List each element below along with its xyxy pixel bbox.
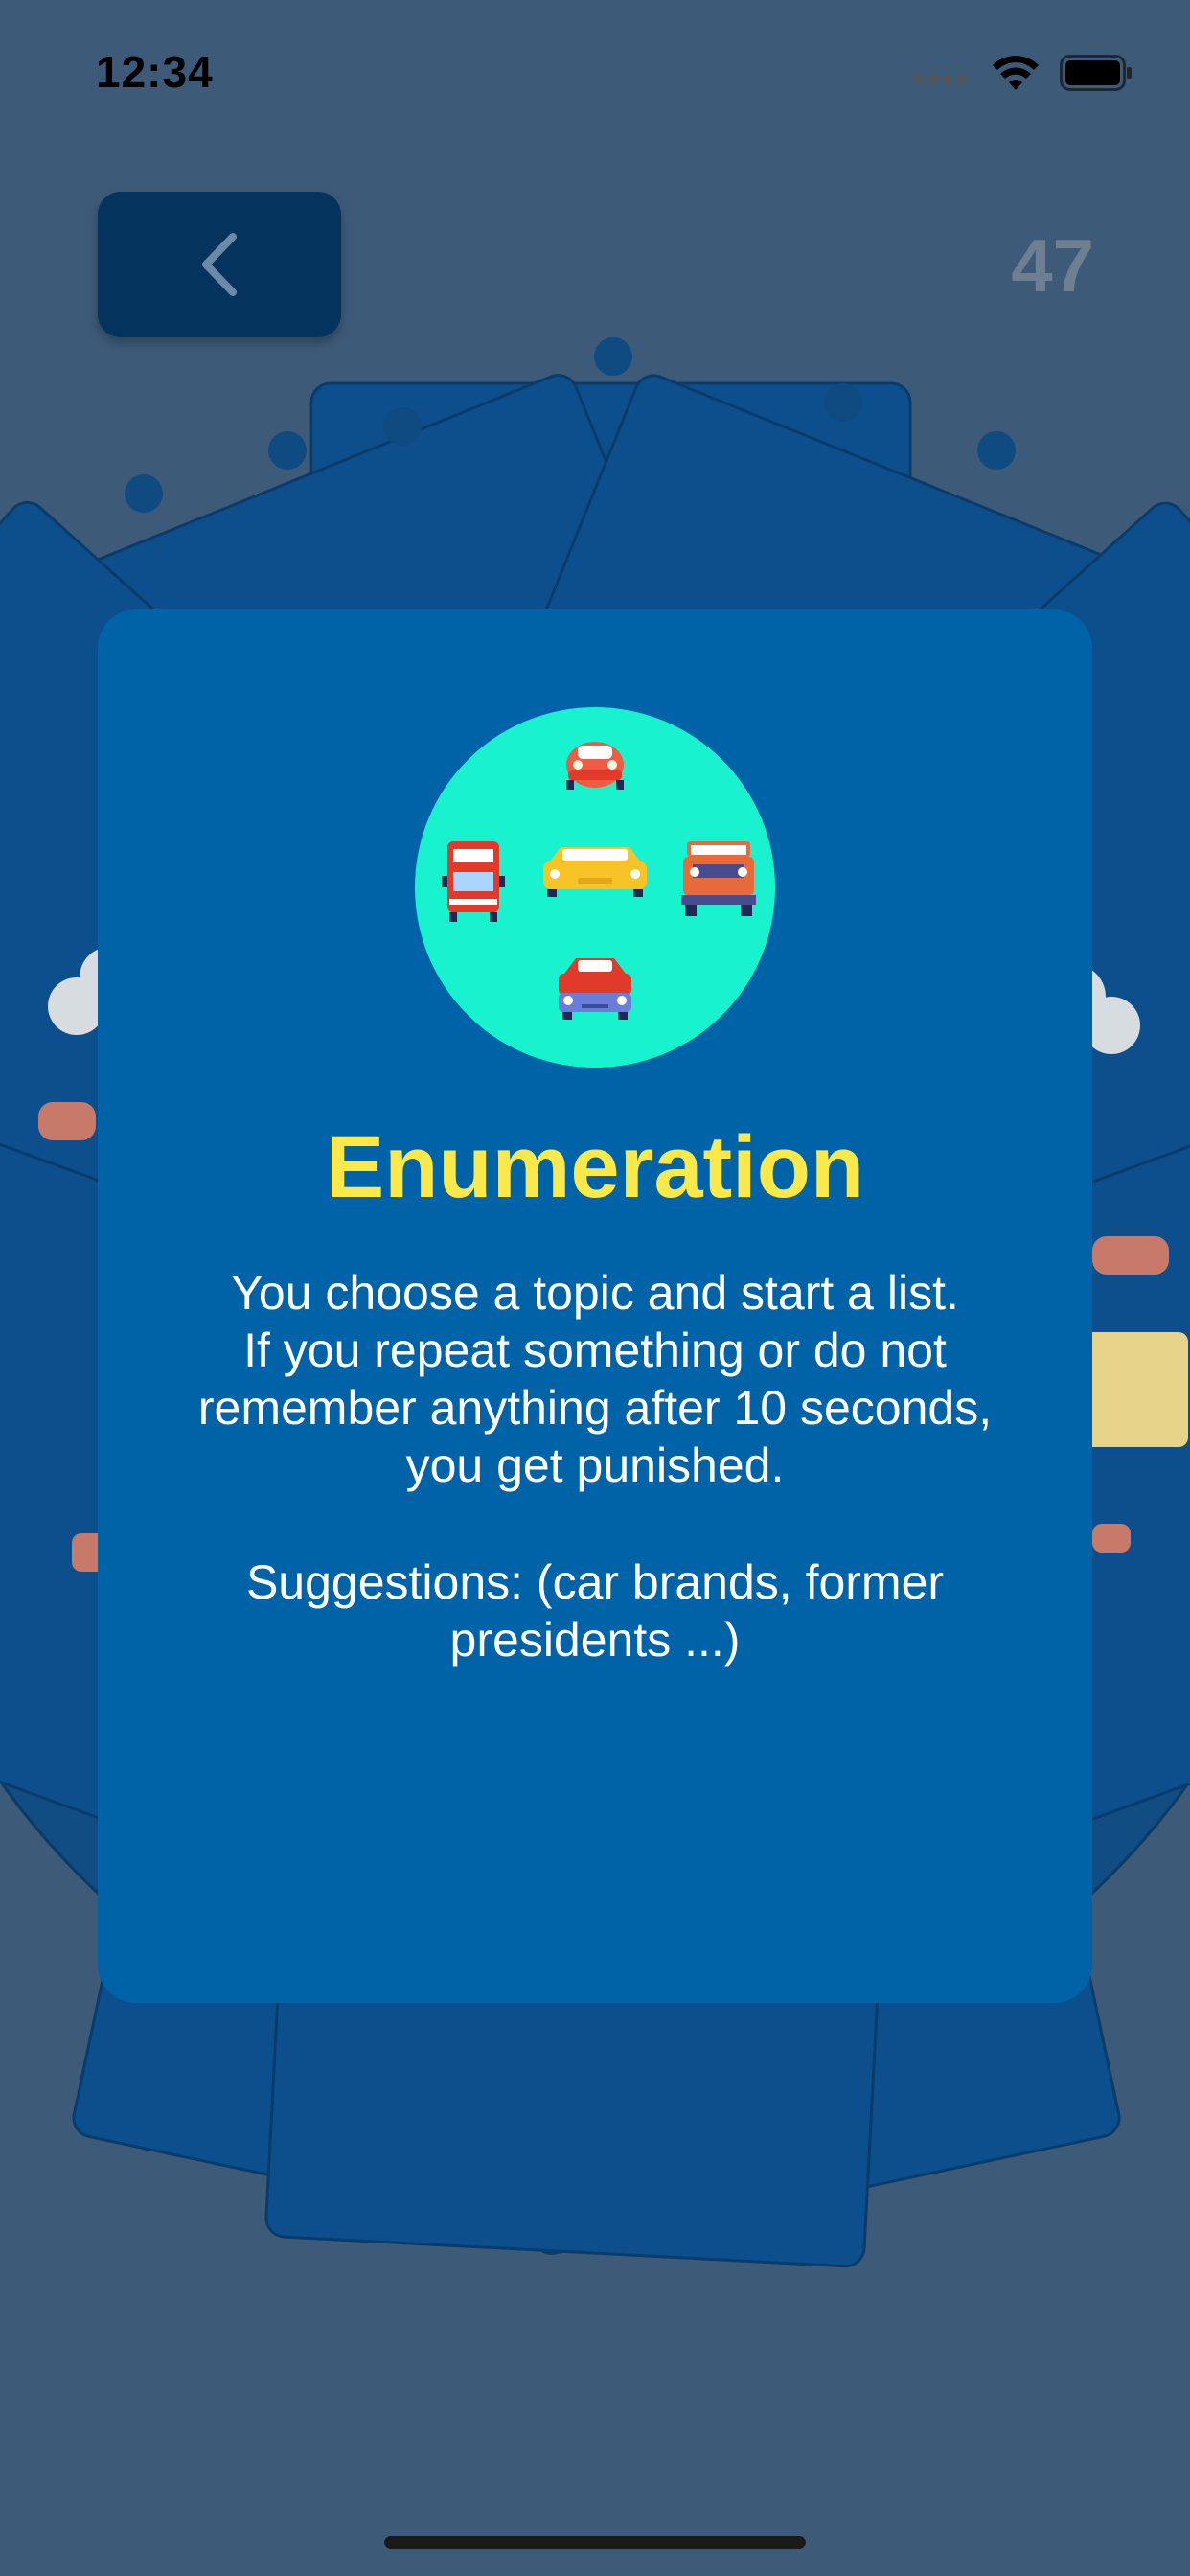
- status-time: 12:34: [96, 47, 214, 97]
- wifi-icon: [993, 56, 1039, 90]
- yellow-car-icon: [543, 847, 647, 897]
- back-button[interactable]: [98, 192, 341, 337]
- game-screen: 12:34 47 Enumeration You choose a topic …: [0, 0, 1190, 2576]
- status-icons: [914, 54, 1133, 92]
- remaining-counter: 47: [1011, 223, 1094, 308]
- card-title: Enumeration: [325, 1118, 865, 1216]
- card-suggestions: Suggestions: (car brands, former preside…: [245, 1555, 945, 1667]
- vehicles-icon: [442, 742, 756, 1020]
- card-description: You choose a topic and start a list. If …: [197, 1266, 993, 1492]
- jeep-icon: [681, 841, 756, 916]
- beetle-car-icon: [566, 742, 624, 790]
- sedan-icon: [559, 958, 631, 1020]
- game-card: Enumeration You choose a topic and start…: [98, 610, 1092, 2003]
- chevron-left-icon: [202, 233, 237, 296]
- bus-icon: [442, 841, 505, 922]
- vehicles-illustration: [415, 707, 775, 1068]
- home-indicator[interactable]: [384, 2536, 806, 2549]
- cellular-signal-icon: [914, 75, 967, 82]
- battery-icon: [1060, 55, 1132, 91]
